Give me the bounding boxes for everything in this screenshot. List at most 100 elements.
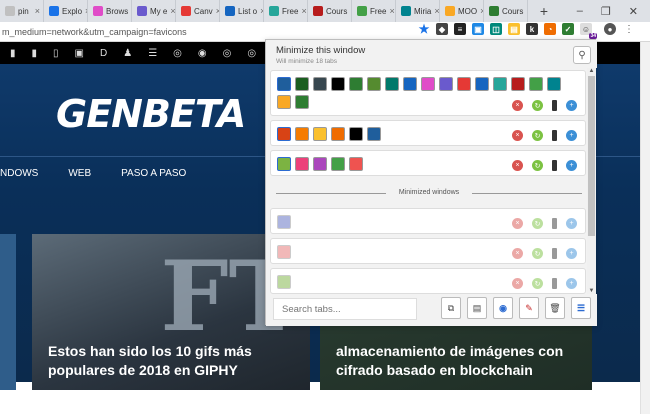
add-tab-icon[interactable]: + — [566, 278, 577, 289]
scroll-up-icon[interactable]: ▲ — [587, 68, 596, 74]
social-icon[interactable]: ◎ — [173, 48, 182, 59]
menu-kebab-icon[interactable]: ⋮ — [624, 24, 634, 35]
todo-extension-icon[interactable]: ✓ — [562, 23, 574, 35]
window-battery-icon[interactable] — [552, 160, 557, 171]
add-tab-icon[interactable]: + — [566, 248, 577, 259]
browser-tab[interactable]: My e × — [132, 0, 176, 22]
tab-favicon-icon[interactable] — [277, 127, 291, 141]
page-scrollbar[interactable] — [640, 42, 650, 414]
url-text[interactable]: m_medium=network&utm_campaign=favicons — [0, 27, 187, 37]
minimize-window-title[interactable]: Minimize this window — [276, 45, 365, 56]
tab-favicon-icon[interactable] — [421, 77, 435, 91]
add-tab-icon[interactable]: + — [566, 218, 577, 229]
scroll-thumb[interactable] — [588, 76, 595, 236]
tab-favicon-icon[interactable] — [349, 157, 363, 171]
tab-favicon-icon[interactable] — [277, 95, 291, 109]
k-extension-icon[interactable]: k — [526, 23, 538, 35]
tab-favicon-icon[interactable] — [457, 77, 471, 91]
close-window-icon[interactable]: × — [512, 248, 523, 259]
browser-tab[interactable]: Explo× — [44, 0, 88, 22]
tab-favicon-icon[interactable] — [331, 157, 345, 171]
tab-favicon-icon[interactable] — [493, 77, 507, 91]
tab-favicon-icon[interactable] — [403, 77, 417, 91]
layers-icon[interactable]: ≡ — [454, 23, 466, 35]
close-window-icon[interactable]: × — [512, 218, 523, 229]
pin-icon[interactable]: ✎ — [519, 297, 539, 319]
tab-favicon-icon[interactable] — [313, 157, 327, 171]
tab-favicon-icon[interactable] — [475, 77, 489, 91]
tab-favicon-icon[interactable] — [295, 157, 309, 171]
restore-window-icon[interactable]: ↻ — [532, 278, 543, 289]
tab-close-icon[interactable]: × — [301, 6, 306, 16]
window-row[interactable]: × ↻ + — [270, 120, 586, 146]
close-window-icon[interactable]: × — [512, 100, 523, 111]
social-icon[interactable]: ▯ — [53, 48, 59, 59]
social-icon[interactable]: ◎ — [223, 48, 232, 59]
pocket-icon[interactable]: ◆ — [436, 23, 448, 35]
folder-icon[interactable]: ▤ — [467, 297, 487, 319]
restore-window-icon[interactable]: ↻ — [532, 248, 543, 259]
social-icon[interactable]: ▮ — [32, 48, 38, 59]
article-card-partial[interactable] — [0, 234, 16, 390]
browser-tab[interactable]: List o× — [220, 0, 264, 22]
tab-favicon-icon[interactable] — [547, 77, 561, 91]
restore-window-icon[interactable]: ↻ — [532, 160, 543, 171]
restore-window-icon[interactable]: ↻ — [532, 130, 543, 141]
social-icon[interactable]: ☰ — [148, 48, 157, 59]
tab-favicon-icon[interactable] — [277, 275, 291, 289]
teal-extension-icon[interactable]: ◫ — [490, 23, 502, 35]
browser-tab[interactable]: Miria × — [396, 0, 440, 22]
pie-extension-icon[interactable]: ◔ — [544, 23, 556, 35]
add-tab-icon[interactable]: + — [566, 100, 577, 111]
tab-favicon-icon[interactable] — [277, 77, 291, 91]
add-tab-icon[interactable]: + — [566, 130, 577, 141]
tab-favicon-icon[interactable] — [313, 127, 327, 141]
tab-favicon-icon[interactable] — [295, 95, 309, 109]
article-title[interactable]: almacenamiento de imágenes con cifrado b… — [336, 342, 586, 380]
tab-close-icon[interactable]: × — [526, 6, 527, 16]
popup-scrollbar[interactable]: ▲ ▼ — [587, 68, 596, 294]
nav-item-paso-a-paso[interactable]: PASO A PASO — [121, 168, 186, 179]
blue-extension-icon[interactable]: ▣ — [472, 23, 484, 35]
new-tab-button[interactable]: + — [534, 3, 554, 19]
minimized-window-row[interactable]: × ↻ + — [270, 268, 586, 294]
window-battery-icon[interactable] — [552, 248, 557, 259]
tab-close-icon[interactable]: × — [434, 6, 439, 16]
window-battery-icon[interactable] — [552, 130, 557, 141]
restore-window-icon[interactable]: ↻ — [532, 100, 543, 111]
tab-close-icon[interactable]: × — [170, 6, 175, 16]
menu-icon[interactable]: ☰ — [571, 297, 591, 319]
restore-window-icon[interactable]: ↻ — [532, 218, 543, 229]
profile-avatar[interactable]: ● — [604, 23, 616, 35]
yellow-extension-icon[interactable]: ▤ — [508, 23, 520, 35]
window-battery-icon[interactable] — [552, 100, 557, 111]
tab-favicon-icon[interactable] — [439, 77, 453, 91]
tab-close-icon[interactable]: × — [35, 6, 40, 16]
browser-tab[interactable]: Free × — [264, 0, 308, 22]
tab-favicon-icon[interactable] — [367, 77, 381, 91]
browser-tab[interactable]: Cours× — [308, 0, 352, 22]
tab-favicon-icon[interactable] — [511, 77, 525, 91]
tab-favicon-icon[interactable] — [313, 77, 327, 91]
article-title[interactable]: Estos han sido los 10 gifs más populares… — [48, 342, 300, 380]
tab-favicon-icon[interactable] — [367, 127, 381, 141]
tab-favicon-icon[interactable] — [295, 127, 309, 141]
browser-tab[interactable]: Free × — [352, 0, 396, 22]
bookmark-star-icon[interactable]: ★ — [418, 22, 430, 36]
tab-manager-extension-icon[interactable]: ☺ 34 — [580, 23, 597, 39]
maximize-window-button[interactable]: ❐ — [601, 5, 611, 18]
add-tab-icon[interactable]: + — [566, 160, 577, 171]
social-icon[interactable]: ◎ — [247, 48, 256, 59]
tab-favicon-icon[interactable] — [349, 127, 363, 141]
minimized-window-row[interactable]: × ↻ + — [270, 208, 586, 234]
social-icon[interactable]: ▣ — [75, 48, 84, 59]
social-icon[interactable]: ▮ — [10, 48, 16, 59]
tab-favicon-icon[interactable] — [385, 77, 399, 91]
browser-tab[interactable]: Brows× — [88, 0, 132, 22]
tab-favicon-icon[interactable] — [349, 77, 363, 91]
browser-tab[interactable]: pin × — [0, 0, 44, 22]
new-window-icon[interactable]: ⧉ — [441, 297, 461, 319]
minimize-window-button[interactable]: – — [577, 5, 583, 18]
social-icon[interactable]: D — [100, 48, 107, 59]
close-window-icon[interactable]: × — [512, 160, 523, 171]
